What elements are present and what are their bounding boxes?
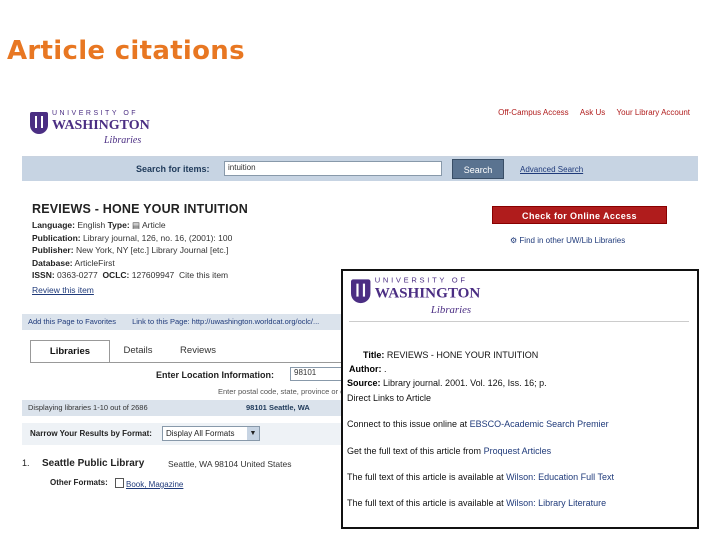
popup-link-row-4: The full text of this article is availab… bbox=[347, 498, 606, 508]
tab-details[interactable]: Details bbox=[110, 340, 166, 362]
publication-label: Publication: bbox=[32, 232, 81, 243]
format-select[interactable]: Display All Formats ▼ bbox=[162, 426, 260, 441]
results-location: 98101 Seattle, WA bbox=[246, 403, 310, 412]
logo-university-text: UNIVERSITY OF bbox=[52, 110, 139, 117]
location-label: Enter Location Information: bbox=[156, 370, 274, 380]
article-links-popup: UNIVERSITY OF WASHINGTON Libraries Title… bbox=[341, 269, 699, 529]
identifiers-line: ISSN: 0363-0277 OCLC: 127609947 Cite thi… bbox=[32, 270, 352, 283]
other-format-link[interactable]: Book, Magazine bbox=[115, 478, 183, 489]
link2-prefix: Get the full text of this article from bbox=[347, 446, 484, 456]
popup-link-row-1: Connect to this issue online at EBSCO-Ac… bbox=[347, 419, 609, 429]
popup-source-line: Source: Library journal. 2001. Vol. 126,… bbox=[347, 378, 547, 388]
slide-title: Article citations bbox=[7, 36, 245, 66]
search-button[interactable]: Search bbox=[452, 159, 504, 179]
narrow-format-label: Narrow Your Results by Format: bbox=[30, 429, 152, 438]
popup-title-value: REVIEWS - HONE YOUR INTUITION bbox=[386, 350, 539, 360]
record-details: REVIEWS - HONE YOUR INTUITION Language: … bbox=[32, 202, 352, 295]
gear-icon: ⚙ bbox=[510, 236, 518, 245]
logo-libraries-text: Libraries bbox=[104, 135, 142, 146]
popup-link-row-2: Get the full text of this article from P… bbox=[347, 446, 551, 456]
permalink-text[interactable]: Link to this Page: http://uwashington.wo… bbox=[132, 317, 319, 326]
format-select-value: Display All Formats bbox=[166, 429, 235, 438]
issn-value: 0363-0277 bbox=[57, 270, 98, 280]
uw-shield-icon bbox=[351, 279, 371, 304]
direct-links-heading: Direct Links to Article bbox=[347, 393, 432, 403]
tab-divider bbox=[30, 362, 346, 363]
article-type-icon: ▤ bbox=[132, 220, 141, 230]
wilson-library-link[interactable]: Wilson: Library Literature bbox=[506, 498, 606, 508]
location-input[interactable]: 98101 bbox=[290, 367, 342, 381]
library-address: Seattle, WA 98104 United States bbox=[168, 459, 292, 469]
proquest-link[interactable]: Proquest Articles bbox=[484, 446, 552, 456]
publication-value[interactable]: Library journal, 126, no. 16, (2001): 10… bbox=[83, 233, 232, 243]
site-header: UNIVERSITY OF WASHINGTON Libraries Off-C… bbox=[22, 100, 698, 157]
popup-title-line: Title: REVIEWS - HONE YOUR INTUITION bbox=[363, 350, 538, 360]
popup-title-label: Title: bbox=[363, 350, 385, 360]
ask-us-link[interactable]: Ask Us bbox=[580, 108, 605, 117]
cite-item-link[interactable]: Cite this item bbox=[179, 270, 228, 280]
popup-source-label: Source: bbox=[347, 378, 381, 388]
off-campus-link[interactable]: Off-Campus Access bbox=[498, 108, 569, 117]
link1-prefix: Connect to this issue online at bbox=[347, 419, 470, 429]
logo-university-text: UNIVERSITY OF bbox=[374, 277, 468, 285]
language-label: Language: bbox=[32, 220, 75, 230]
logo-libraries-text: Libraries bbox=[430, 304, 472, 317]
popup-divider bbox=[349, 321, 689, 322]
popup-uw-logo[interactable]: UNIVERSITY OF WASHINGTON Libraries bbox=[351, 275, 491, 323]
advanced-search-link[interactable]: Advanced Search bbox=[520, 165, 583, 174]
search-input[interactable]: intuition bbox=[224, 161, 442, 176]
record-title: REVIEWS - HONE YOUR INTUITION bbox=[32, 202, 248, 216]
type-label: Type: bbox=[107, 220, 130, 230]
language-line: Language: English Type: ▤ Article bbox=[32, 220, 352, 233]
popup-author-value: . bbox=[384, 364, 387, 374]
check-online-access-button[interactable]: Check for Online Access bbox=[492, 206, 667, 224]
popup-author-line: Author: . bbox=[349, 364, 387, 374]
language-value: English bbox=[77, 220, 106, 230]
find-other-libraries-link[interactable]: ⚙ Find in other UW/Lib Libraries bbox=[510, 236, 625, 245]
oclc-value: 127609947 bbox=[131, 270, 175, 280]
uw-shield-icon bbox=[30, 112, 48, 134]
wilson-education-link[interactable]: Wilson: Education Full Text bbox=[506, 472, 614, 482]
book-icon bbox=[115, 478, 124, 488]
popup-source-value: Library journal. 2001. Vol. 126, Iss. 16… bbox=[383, 378, 547, 388]
library-account-link[interactable]: Your Library Account bbox=[616, 108, 690, 117]
other-formats-label: Other Formats: bbox=[50, 478, 108, 487]
library-rank: 1. bbox=[22, 458, 30, 468]
tab-reviews[interactable]: Reviews bbox=[168, 340, 228, 362]
publication-line: Publication: Library journal, 126, no. 1… bbox=[32, 233, 352, 246]
oclc-label: OCLC: bbox=[102, 270, 130, 280]
popup-link-row-3: The full text of this article is availab… bbox=[347, 472, 614, 482]
publisher-label: Publisher: bbox=[32, 245, 74, 255]
ebsco-link[interactable]: EBSCO-Academic Search Premier bbox=[470, 419, 609, 429]
logo-washington-text: WASHINGTON bbox=[374, 285, 481, 302]
logo-washington-text: WASHINGTON bbox=[52, 118, 150, 133]
add-favorites-link[interactable]: Add this Page to Favorites bbox=[28, 317, 116, 326]
uw-libraries-logo[interactable]: UNIVERSITY OF WASHINGTON Libraries bbox=[30, 108, 160, 152]
other-format-text: Book, Magazine bbox=[126, 480, 184, 489]
issn-label: ISSN: bbox=[32, 270, 55, 280]
link4-prefix: The full text of this article is availab… bbox=[347, 498, 507, 508]
review-item-link[interactable]: Review this item bbox=[32, 285, 352, 295]
popup-author-label: Author: bbox=[349, 364, 382, 374]
search-label: Search for items: bbox=[136, 164, 210, 174]
publisher-value: New York, NY [etc.] Library Journal [etc… bbox=[75, 245, 229, 255]
tab-libraries[interactable]: Libraries bbox=[30, 340, 110, 363]
results-count: Displaying libraries 1-10 out of 2686 bbox=[28, 403, 148, 412]
database-value: ArticleFirst bbox=[74, 257, 115, 268]
find-other-label: Find in other UW/Lib Libraries bbox=[519, 236, 626, 245]
top-links: Off-Campus Access Ask Us Your Library Ac… bbox=[489, 108, 690, 117]
database-line: Database: ArticleFirst bbox=[32, 258, 352, 271]
chevron-down-icon[interactable]: ▼ bbox=[247, 427, 259, 440]
library-name[interactable]: Seattle Public Library bbox=[42, 458, 144, 469]
database-label: Database: bbox=[32, 257, 73, 268]
type-value: Article bbox=[141, 220, 166, 230]
link3-prefix: The full text of this article is availab… bbox=[347, 472, 507, 482]
search-bar: Search for items: intuition Search Advan… bbox=[22, 157, 698, 181]
publisher-line: Publisher: New York, NY [etc.] Library J… bbox=[32, 245, 352, 258]
